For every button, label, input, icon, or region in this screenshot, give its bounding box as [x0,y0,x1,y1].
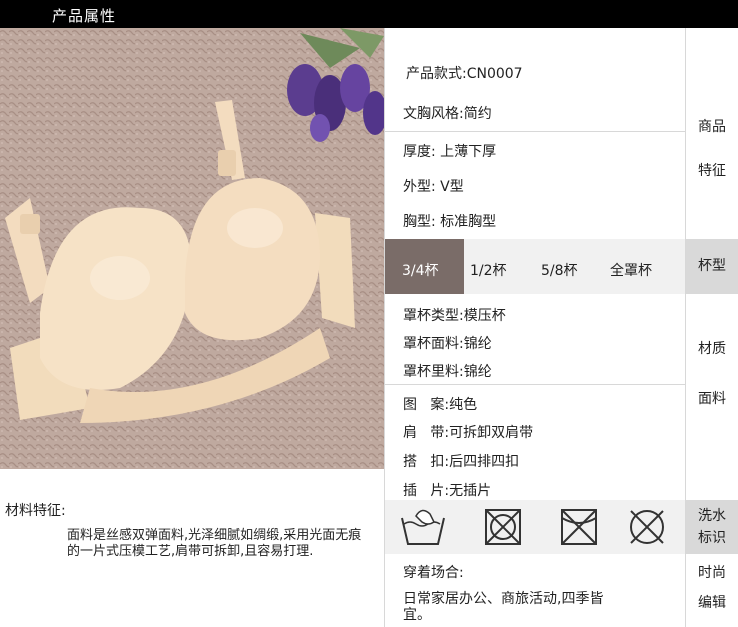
cup-option-3-4[interactable]: 3/4杯 [402,260,439,280]
spec-model: 产品款式:CN0007 [406,66,523,82]
side-label-material-2: 面料 [698,391,726,407]
do-not-tumble-dry-icon [485,509,521,545]
spec-shape: 外型: V型 [403,179,464,195]
side-label-wash-1: 洗水 [698,508,726,524]
cup-option-5-8[interactable]: 5/8杯 [541,260,578,280]
spec-style: 文胸风格:简约 [403,106,492,122]
occasion-value: 日常家居办公、商旅活动,四季皆宜。 [403,591,604,623]
spec-thickness: 厚度: 上薄下厚 [403,144,497,160]
spec-chest: 胸型: 标准胸型 [403,214,497,230]
spec-cup-type: 罩杯类型:模压杯 [403,308,506,324]
material-feature-description: 面料是丝感双弹面料,光泽细腻如绸缎,采用光面无痕的一片式压模工艺,肩带可拆卸,且… [67,528,362,559]
side-label-material-1: 材质 [698,341,726,357]
spec-strap: 肩 带:可拆卸双肩带 [403,425,534,441]
spec-pattern: 图 案:纯色 [403,397,478,413]
divider [385,384,685,385]
spec-clasp: 搭 扣:后四排四扣 [403,454,520,470]
spec-cup-fabric: 罩杯面料:锦纶 [403,336,492,352]
side-label-features-2: 特征 [698,163,726,179]
cup-option-1-2[interactable]: 1/2杯 [470,260,507,280]
cup-option-full[interactable]: 全罩杯 [610,260,652,280]
divider [385,131,685,132]
do-not-dry-clean-icon [630,510,664,544]
spec-insert: 插 片:无插片 [403,483,492,499]
side-label-wash: 洗水 标识 [686,500,738,554]
side-label-cup: 杯型 [686,239,738,294]
side-label-fashion-2: 编辑 [698,595,726,611]
material-feature-label: 材料特征: [5,503,66,519]
side-label-wash-2: 标识 [698,530,726,546]
wash-symbols-row [385,500,685,554]
spec-cup-lining: 罩杯里料:锦纶 [403,364,492,380]
side-label-fashion-1: 时尚 [698,565,726,581]
do-not-bleach-icon [561,509,597,545]
page-title: 产品属性 [52,7,117,25]
hand-wash-icon [401,509,445,545]
header-bar: 产品属性 [0,0,738,28]
occasion-label: 穿着场合: [403,565,464,581]
product-photo [0,28,384,469]
side-label-features-1: 商品 [698,119,726,135]
